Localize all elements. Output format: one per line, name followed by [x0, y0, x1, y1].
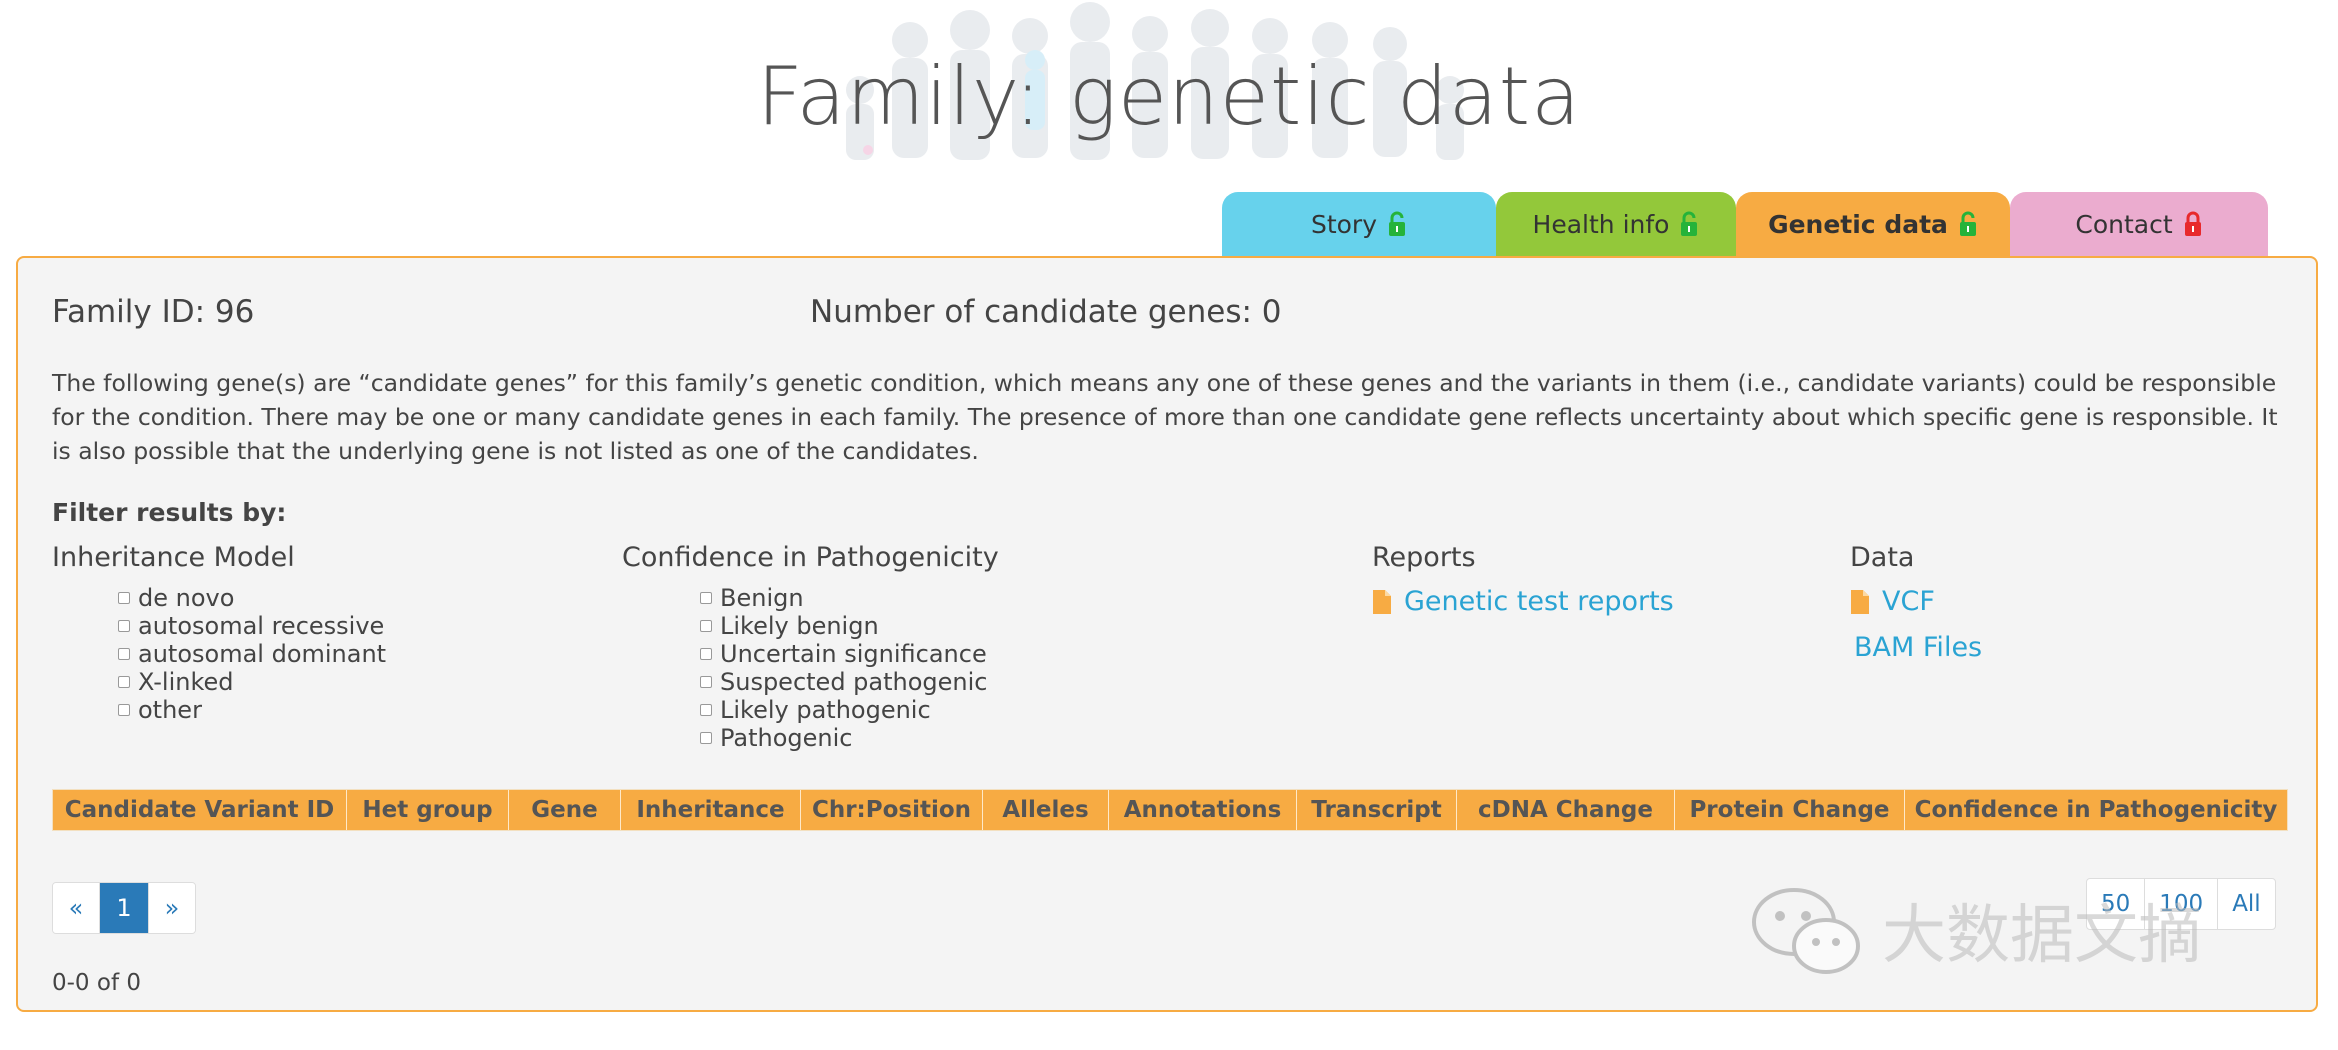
- option-label: Benign: [720, 584, 804, 612]
- confidence-heading: Confidence in Pathogenicity: [622, 542, 999, 573]
- vcf-link[interactable]: VCF: [1850, 586, 1935, 617]
- checkbox[interactable]: [118, 592, 130, 604]
- inheritance-option-autosomal-recessive[interactable]: autosomal recessive: [118, 612, 386, 640]
- column-protein-change[interactable]: Protein Change: [1675, 790, 1905, 830]
- column-alleles[interactable]: Alleles: [983, 790, 1109, 830]
- confidence-options: Benign Likely benign Uncertain significa…: [700, 584, 988, 752]
- inheritance-option-autosomal-dominant[interactable]: autosomal dominant: [118, 640, 386, 668]
- confidence-option-likely-pathogenic[interactable]: Likely pathogenic: [700, 696, 988, 724]
- inheritance-options: de novo autosomal recessive autosomal do…: [118, 584, 386, 724]
- tab-health-info[interactable]: Health info: [1496, 192, 1736, 256]
- checkbox[interactable]: [118, 676, 130, 688]
- confidence-option-suspected-pathogenic[interactable]: Suspected pathogenic: [700, 668, 988, 696]
- column-inheritance[interactable]: Inheritance: [621, 790, 801, 830]
- vcf-label: VCF: [1882, 586, 1935, 617]
- file-icon: [1851, 589, 1869, 614]
- tab-health-info-label: Health info: [1532, 209, 1670, 239]
- tab-contact-label: Contact: [2075, 209, 2173, 239]
- confidence-option-uncertain[interactable]: Uncertain significance: [700, 640, 988, 668]
- candidate-genes-description: The following gene(s) are “candidate gen…: [52, 369, 2278, 465]
- tab-story-label: Story: [1310, 209, 1378, 239]
- inheritance-option-de-novo[interactable]: de novo: [118, 584, 386, 612]
- confidence-option-pathogenic[interactable]: Pathogenic: [700, 724, 988, 752]
- checkbox[interactable]: [700, 592, 712, 604]
- checkbox[interactable]: [700, 620, 712, 632]
- tab-story[interactable]: Story: [1222, 192, 1496, 256]
- tab-genetic-data[interactable]: Genetic data: [1736, 192, 2010, 256]
- option-label: Suspected pathogenic: [720, 668, 988, 696]
- page-size-all[interactable]: All: [2218, 879, 2275, 929]
- unlocked-lock-icon: [1681, 211, 1698, 236]
- option-label: Likely pathogenic: [720, 696, 931, 724]
- filter-title: Filter results by:: [52, 498, 287, 527]
- confidence-option-likely-benign[interactable]: Likely benign: [700, 612, 988, 640]
- checkbox[interactable]: [700, 676, 712, 688]
- checkbox[interactable]: [118, 620, 130, 632]
- tab-genetic-data-label: Genetic data: [1768, 209, 1948, 239]
- file-icon: [1373, 589, 1391, 614]
- family-id: Family ID: 96: [52, 294, 255, 330]
- watermark-text: 大数据文摘: [1882, 899, 2202, 973]
- confidence-option-benign[interactable]: Benign: [700, 584, 988, 612]
- bam-files-link[interactable]: BAM Files: [1854, 632, 1982, 663]
- column-het-group[interactable]: Het group: [347, 790, 509, 830]
- next-page-button[interactable]: »: [149, 883, 195, 933]
- variants-table-header: Candidate Variant ID Het group Gene Inhe…: [52, 789, 2288, 831]
- result-count: 0-0 of 0: [52, 970, 141, 996]
- inheritance-model-heading: Inheritance Model: [52, 542, 295, 573]
- column-transcript[interactable]: Transcript: [1297, 790, 1457, 830]
- candidate-gene-count: Number of candidate genes: 0: [810, 294, 1282, 330]
- column-confidence[interactable]: Confidence in Pathogenicity: [1905, 790, 2287, 830]
- checkbox[interactable]: [118, 704, 130, 716]
- option-label: de novo: [138, 584, 235, 612]
- checkbox[interactable]: [700, 704, 712, 716]
- checkbox[interactable]: [700, 648, 712, 660]
- option-label: Likely benign: [720, 612, 879, 640]
- checkbox[interactable]: [118, 648, 130, 660]
- option-label: Pathogenic: [720, 724, 853, 752]
- genetic-test-reports-link[interactable]: Genetic test reports: [1372, 586, 1674, 617]
- inheritance-option-other[interactable]: other: [118, 696, 386, 724]
- pagination: « 1 »: [52, 882, 196, 934]
- option-label: other: [138, 696, 202, 724]
- column-cdna-change[interactable]: cDNA Change: [1457, 790, 1675, 830]
- page-1-button[interactable]: 1: [100, 883, 149, 933]
- inheritance-option-x-linked[interactable]: X-linked: [118, 668, 386, 696]
- prev-page-button[interactable]: «: [53, 883, 100, 933]
- wechat-logo-icon: [1752, 888, 1860, 974]
- column-chr-position[interactable]: Chr:Position: [801, 790, 983, 830]
- option-label: Uncertain significance: [720, 640, 987, 668]
- data-heading: Data: [1850, 542, 1915, 573]
- unlocked-lock-icon: [1959, 211, 1976, 236]
- unlocked-lock-icon: [1389, 211, 1406, 236]
- option-label: autosomal recessive: [138, 612, 385, 640]
- tab-bar: Story Health info Genetic data Contact: [1222, 192, 2268, 256]
- locked-lock-icon: [2184, 211, 2201, 236]
- checkbox[interactable]: [700, 732, 712, 744]
- genetic-test-reports-label: Genetic test reports: [1404, 586, 1674, 617]
- reports-heading: Reports: [1372, 542, 1476, 573]
- column-annotations[interactable]: Annotations: [1109, 790, 1297, 830]
- column-gene[interactable]: Gene: [509, 790, 621, 830]
- tab-contact[interactable]: Contact: [2010, 192, 2268, 256]
- column-candidate-variant-id[interactable]: Candidate Variant ID: [53, 790, 347, 830]
- option-label: autosomal dominant: [138, 640, 387, 668]
- option-label: X-linked: [138, 668, 234, 696]
- page-title: Family: genetic data: [756, 50, 1582, 143]
- watermark: 大数据文摘: [1746, 880, 2202, 980]
